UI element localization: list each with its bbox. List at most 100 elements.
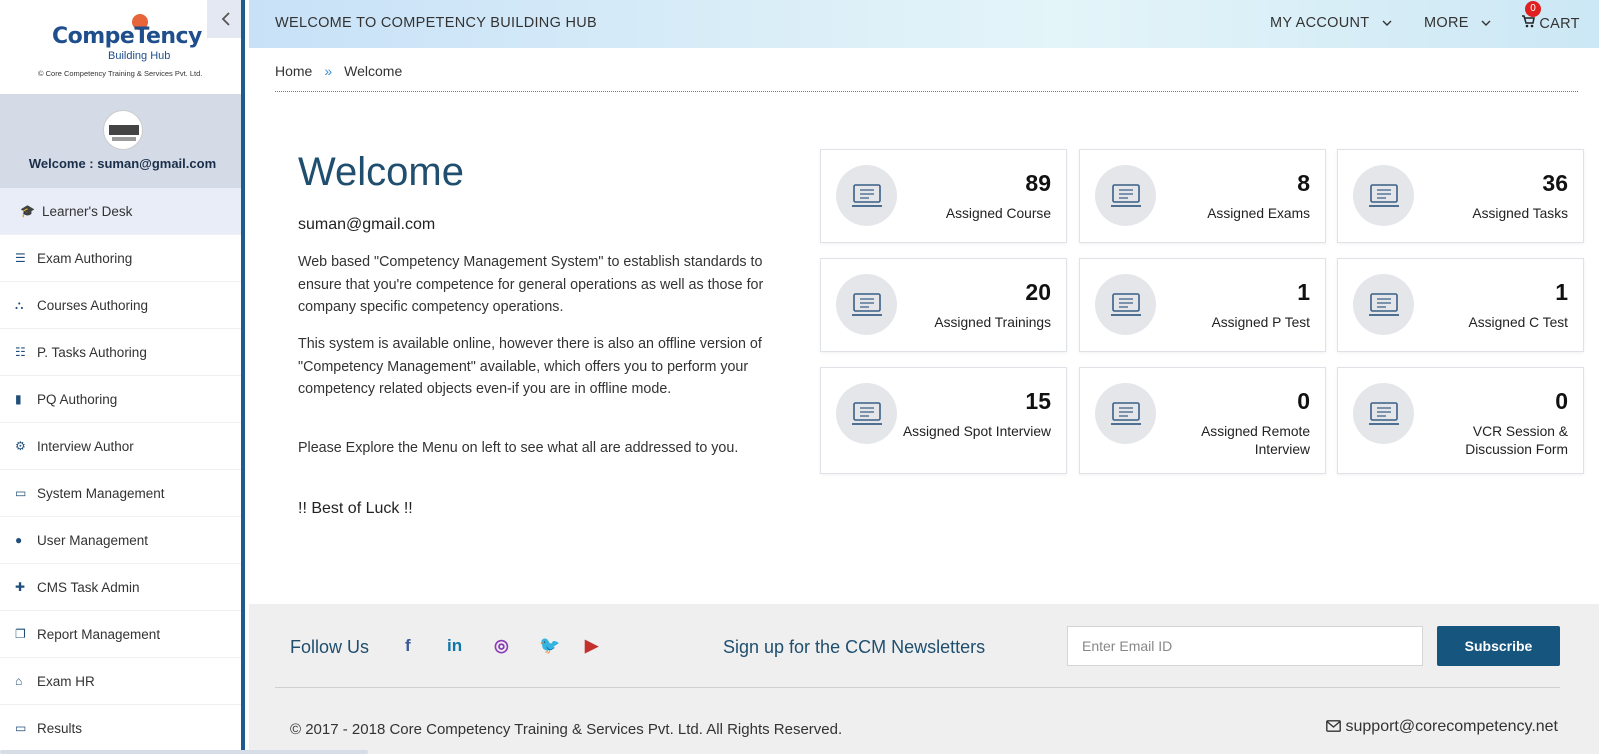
stat-label: Assigned Tasks [1472,206,1568,221]
best-of-luck: !! Best of Luck !! [298,500,413,517]
sidebar-item-label: System Management [37,485,165,501]
linkedin-icon[interactable]: in [447,636,462,656]
sidebar-item-pq-authoring[interactable]: ▮ PQ Authoring [0,376,241,423]
cart-label: CART [1539,16,1580,32]
more-label: MORE [1424,15,1469,31]
user-email: suman@gmail.com [298,216,436,233]
book-monitor-icon [836,165,897,226]
my-account-label: MY ACCOUNT [1270,15,1370,31]
logo-sub: Building Hub [108,50,171,62]
stat-card-vcr-session-discussion-form[interactable]: 0 VCR Session & Discussion Form [1337,367,1584,474]
youtube-icon[interactable]: ▶ [585,636,598,656]
stat-label: Assigned Remote Interview [1201,424,1310,457]
sitemap-icon: ⛬ [15,297,24,312]
stat-value: 89 [1025,170,1051,196]
p-test-clipboard-icon [1095,274,1156,335]
stat-value: 1 [1297,279,1310,305]
sidebar-item-label: Interview Author [37,438,134,454]
more-menu[interactable]: MORE [1424,15,1491,31]
stat-card-assigned-c-test[interactable]: 1 Assigned C Test [1337,258,1584,352]
cart-link[interactable]: CART [1521,15,1580,32]
sidebar-item-label: Learner's Desk [42,203,133,219]
twitter-icon[interactable]: 🐦 [539,636,560,656]
sidebar-item-label: Courses Authoring [37,297,149,313]
stat-label: Assigned Exams [1207,206,1310,221]
stat-card-assigned-trainings[interactable]: 20 Assigned Trainings [820,258,1067,352]
horizontal-scrollbar[interactable] [0,750,368,754]
exam-clipboard-icon [1095,165,1156,226]
subscribe-button[interactable]: Subscribe [1437,626,1560,666]
copy-icon: ❐ [15,627,26,641]
sidebar-item-report-management[interactable]: ❐ Report Management [0,611,241,658]
support-email-link[interactable]: support@corecompetency.net [1326,718,1558,736]
facebook-icon[interactable]: f [405,636,411,656]
stat-card-assigned-tasks[interactable]: 36 Assigned Tasks [1337,149,1584,243]
cart-count-badge: 0 [1525,1,1541,17]
stat-label: Assigned Course [945,206,1051,221]
stat-card-assigned-spot-interview[interactable]: 15 Assigned Spot Interview [820,367,1067,474]
sidebar-collapse-button[interactable] [207,0,241,38]
tasks-icon: ☷ [15,345,26,359]
sidebar-item-interview-author[interactable]: ⚙ Interview Author [0,423,241,470]
instagram-icon[interactable]: ◎ [494,636,509,656]
chevron-down-icon [1382,20,1391,26]
sidebar-item-cms-task-admin[interactable]: ✚ CMS Task Admin [0,564,241,611]
sidebar-item-label: PQ Authoring [37,391,118,407]
sidebar-nav: 🎓 Learner's Desk ☰ Exam Authoring ⛬ Courses A… [0,188,241,752]
newsletter-email-input[interactable] [1067,626,1423,666]
bank-icon: ⌂ [15,674,23,688]
breadcrumb: Home » Welcome [275,63,402,79]
avatar[interactable] [103,110,143,150]
book-icon: ▮ [15,392,22,406]
stat-card-assigned-exams[interactable]: 8 Assigned Exams [1079,149,1326,243]
sidebar-item-results[interactable]: ▭ Results [0,705,241,752]
sidebar-item-p-tasks-authoring[interactable]: ☷ P. Tasks Authoring [0,329,241,376]
sidebar-item-exam-authoring[interactable]: ☰ Exam Authoring [0,235,241,282]
logo-main: CompeTency [52,24,202,49]
support-email: support@corecompetency.net [1345,718,1559,735]
my-account-menu[interactable]: MY ACCOUNT [1270,15,1392,31]
stat-label: Assigned C Test [1468,315,1568,330]
breadcrumb-home[interactable]: Home [275,63,312,79]
logo-area: CompeTency Building Hub © Core Competenc… [0,0,241,94]
sidebar-item-user-management[interactable]: ● User Management [0,517,241,564]
topbar: WELCOME TO COMPETENCY BUILDING HUB MY AC… [249,0,1599,48]
chevron-down-icon [1481,20,1491,26]
stat-label: VCR Session & Discussion Form [1465,424,1568,457]
stat-value: 36 [1542,170,1568,196]
stat-card-assigned-course[interactable]: 89 Assigned Course [820,149,1067,243]
page-title: Welcome [298,150,464,194]
sidebar-item-system-management[interactable]: ▭ System Management [0,470,241,517]
intro-paragraph-2: This system is available online, however… [298,336,762,397]
breadcrumb-separator: » [324,63,333,79]
user-plus-icon: ✚ [15,580,26,594]
sidebar-item-label: P. Tasks Authoring [37,344,147,360]
intro-paragraph-1: Web based "Competency Management System"… [298,254,764,315]
sidebar-item-label: CMS Task Admin [37,579,140,595]
cogs-icon: ⚙ [15,439,26,453]
remote-interview-icon [1095,383,1156,444]
stat-value: 15 [1025,388,1051,414]
stat-value: 8 [1297,170,1310,196]
stat-value: 0 [1555,388,1568,414]
stat-card-assigned-remote-interview[interactable]: 0 Assigned Remote Interview [1079,367,1326,474]
profile-panel: Welcome : suman@gmail.com [0,94,241,188]
stat-card-assigned-p-test[interactable]: 1 Assigned P Test [1079,258,1326,352]
spot-interview-icon [836,383,897,444]
newsletter-label: Sign up for the CCM Newsletters [723,637,986,657]
stat-value: 1 [1555,279,1568,305]
sidebar-item-label: User Management [37,532,149,548]
c-test-clipboard-icon [1353,274,1414,335]
intro-paragraph-3: Please Explore the Menu on left to see w… [298,440,739,456]
graduation-cap-icon: 🎓 [20,204,35,218]
training-laptop-icon [836,274,897,335]
sidebar-item-courses-authoring[interactable]: ⛬ Courses Authoring [0,282,241,329]
sidebar-item-exam-hr[interactable]: ⌂ Exam HR [0,658,241,705]
list-icon: ☰ [15,251,26,265]
chevron-left-icon [221,12,230,26]
footer-divider [275,687,1560,688]
user-icon: ● [15,533,23,547]
stat-label: Assigned Spot Interview [902,424,1051,439]
sidebar-item-label: Results [37,720,83,736]
sidebar-item-learner-s-desk[interactable]: 🎓 Learner's Desk [0,188,241,235]
